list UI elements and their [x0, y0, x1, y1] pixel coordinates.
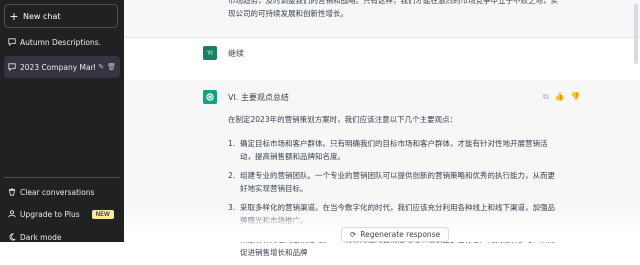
thumbs-up-icon[interactable]: 👍 — [555, 92, 565, 102]
list-item: 1. 确定目标市场和客户群体。只有明确我们的目标市场和客户群体，才能有针对性地开展… — [228, 139, 548, 161]
refresh-icon: ⟳ — [350, 230, 357, 239]
list-item: 2. 组建专业的营销团队。一个专业的营销团队可以提供创新的营销策略和优秀的执行能力… — [228, 171, 555, 193]
plus-icon: + — [9, 9, 19, 23]
delete-icon[interactable]: 🗑 — [107, 63, 116, 71]
previous-assistant-message: 市场趋势，及时调整我们的营销和战略。只有这样，我们才能在激烈的市场竞争中立于不败… — [124, 0, 640, 38]
regenerate-response-button[interactable]: ⟳ Regenerate response — [341, 227, 450, 242]
copy-icon[interactable]: ⧉ — [543, 92, 549, 102]
clear-conversations-button[interactable]: Clear conversations — [4, 181, 120, 203]
openai-logo-icon — [203, 90, 217, 104]
assistant-intro: 在制定2023年的营销策划方案时，我们应该注意以下几个主要观点： — [228, 115, 458, 124]
user-message — [124, 37, 640, 81]
points-list: 1. 确定目标市场和客户群体。只有明确我们的目标市场和客户群体，才能有针对性地开展… — [228, 137, 558, 265]
upgrade-to-plus-button[interactable]: Upgrade to Plus NEW — [4, 203, 120, 225]
assistant-heading: VI. 主要观点总结 — [228, 93, 289, 102]
conversation-item[interactable]: Autumn Descriptions. — [4, 31, 120, 53]
previous-message-text: 市场趋势，及时调整我们的营销和战略。只有这样，我们才能在激烈的市场竞争中立于不败… — [228, 0, 558, 18]
sidebar: + New chat Autumn Descriptions. 2023 Com… — [0, 0, 124, 242]
chat-bubble-icon — [4, 62, 20, 72]
sidebar-divider — [4, 177, 120, 178]
new-badge: NEW — [91, 209, 114, 219]
user-icon — [4, 209, 20, 219]
conversation-label: 2023 Company Marketi — [20, 62, 95, 72]
conversation-item-active[interactable]: 2023 Company Marketi ✎ 🗑 — [4, 56, 120, 78]
moon-icon — [4, 232, 20, 242]
user-avatar: YI — [203, 46, 217, 60]
user-message-text: 继续 — [228, 49, 244, 58]
new-chat-label: New chat — [23, 11, 61, 21]
conversation-label: Autumn Descriptions. — [20, 37, 102, 47]
trash-icon — [4, 187, 20, 197]
scrollbar[interactable] — [634, 4, 638, 64]
thumbs-down-icon[interactable]: 👎 — [571, 92, 581, 102]
chat-bubble-icon — [4, 37, 20, 47]
new-chat-button[interactable]: + New chat — [4, 4, 118, 28]
chat-main: 市场趋势，及时调整我们的营销和战略。只有这样，我们才能在激烈的市场竞争中立于不败… — [124, 0, 640, 257]
edit-icon[interactable]: ✎ — [98, 63, 104, 71]
message-actions: ⧉ 👍 👎 — [543, 92, 581, 102]
dark-mode-toggle[interactable]: Dark mode — [4, 226, 120, 248]
